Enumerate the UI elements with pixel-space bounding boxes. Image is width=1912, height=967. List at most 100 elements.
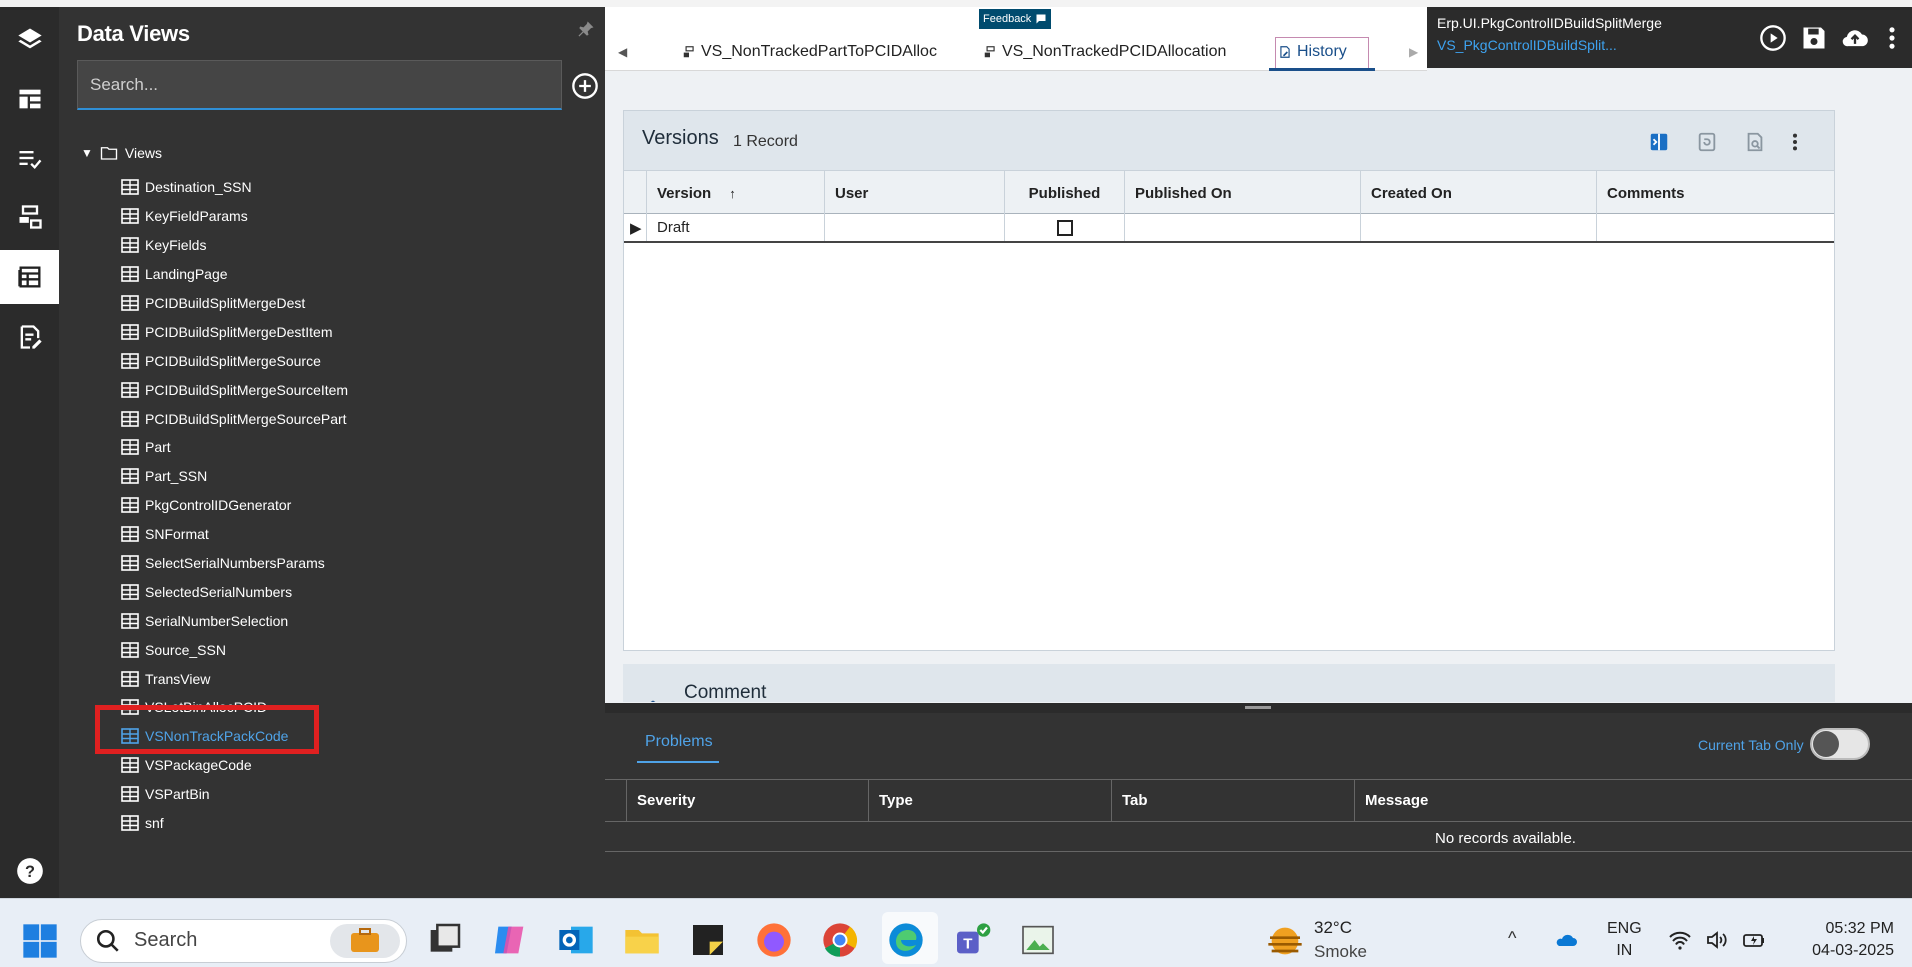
dashboard-layout-icon[interactable] [0,72,59,126]
document-subtitle-link[interactable]: VS_PkgControlIDBuildSplit... [1437,37,1617,53]
list-item[interactable]: PCIDBuildSplitMergeSource [121,346,348,375]
list-item[interactable]: LandingPage [121,260,348,289]
list-item[interactable]: SelectedSerialNumbers [121,577,348,606]
list-item[interactable]: KeyFields [121,231,348,260]
volume-icon[interactable] [1704,928,1730,952]
taskbar-search-label: Search [134,929,198,951]
list-item[interactable]: PkgControlIDGenerator [121,491,348,520]
sticky-notes-icon[interactable] [688,920,728,960]
chrome-icon[interactable] [820,920,860,960]
table-icon [121,555,139,571]
cell-version[interactable]: Draft [647,214,825,241]
compare-icon[interactable] [1648,131,1670,153]
help-icon[interactable]: ? [16,857,44,885]
column-header-message[interactable]: Message [1354,780,1912,821]
publish-cloud-upload-button[interactable] [1841,24,1869,52]
published-checkbox[interactable] [1056,219,1073,236]
table-icon [121,179,139,196]
copilot-icon[interactable] [490,920,530,960]
tab-problems[interactable]: Problems [645,733,713,751]
list-item[interactable]: SerialNumberSelection [121,606,348,635]
list-item[interactable]: SelectSerialNumbersParams [121,549,348,578]
run-preview-button[interactable] [1759,24,1787,52]
list-item[interactable]: Part_SSN [121,462,348,491]
clock[interactable]: 05:32 PM 04-03-2025 [1789,918,1894,962]
list-item[interactable]: PCIDBuildSplitMergeSourcePart [121,404,348,433]
column-header-published[interactable]: Published [1005,171,1125,215]
cell-created-on[interactable] [1361,214,1597,241]
cell-user[interactable] [825,214,1005,241]
tab-scroll-right-icon[interactable]: ▶ [1409,45,1418,59]
workflow-icon[interactable] [0,190,59,244]
cell-published-on[interactable] [1125,214,1361,241]
table-row[interactable]: ▶ Draft [624,214,1834,243]
list-item[interactable]: VSPackageCode [121,751,348,780]
column-header-version[interactable]: Version ↑ [647,171,825,215]
checklist-icon[interactable] [0,131,59,185]
tab-scroll-left-icon[interactable]: ◀ [618,45,627,59]
list-item[interactable]: TransView [121,664,348,693]
column-header-published-on[interactable]: Published On [1125,171,1361,215]
comment-section-header[interactable]: ︿ Comment [623,664,1835,702]
expand-caret-icon[interactable]: ▼ [81,146,93,160]
list-item[interactable]: VSPartBin [121,780,348,809]
feedback-button[interactable]: Feedback [979,9,1052,29]
current-tab-only-toggle[interactable] [1810,728,1870,760]
list-item[interactable]: snf [121,809,348,838]
firefox-icon[interactable] [754,920,794,960]
column-header-tab[interactable]: Tab [1111,780,1354,821]
layers-icon[interactable] [0,12,59,66]
list-item-label: PCIDBuildSplitMergeSourceItem [145,381,349,398]
tab-vs-nontrackedpcidallocation[interactable]: VS_NonTrackedPCIDAllocation [983,39,1226,65]
save-button[interactable] [1800,24,1828,52]
revert-icon[interactable] [1696,131,1718,153]
tab-history[interactable]: History [1278,39,1347,65]
list-item[interactable]: Destination_SSN [121,173,348,202]
hidden-icons-chevron-icon[interactable]: ^ [1508,928,1516,949]
teams-icon[interactable]: T [952,920,992,960]
search-input[interactable] [77,60,562,110]
table-icon [121,815,139,831]
column-header-user[interactable]: User [825,171,1005,215]
wifi-icon[interactable] [1668,928,1692,952]
file-explorer-icon[interactable] [622,920,662,960]
data-views-icon[interactable] [0,250,59,304]
edge-browser-icon[interactable] [886,920,926,960]
list-item[interactable]: Source_SSN [121,635,348,664]
splitter-grip-icon[interactable] [1245,706,1271,709]
list-item-label: Source_SSN [145,641,226,658]
add-view-button[interactable] [571,72,599,100]
column-header-comments[interactable]: Comments [1597,171,1834,215]
more-options-icon[interactable] [1882,24,1902,52]
list-item[interactable]: PCIDBuildSplitMergeDestItem [121,317,348,346]
paint-app-icon[interactable] [1018,920,1058,960]
list-item[interactable]: Part [121,433,348,462]
panel-splitter[interactable] [605,703,1912,713]
column-header-severity[interactable]: Severity [626,780,868,821]
task-view-icon[interactable] [424,920,464,960]
list-item[interactable]: KeyFieldParams [121,202,348,231]
view-version-icon[interactable] [1744,131,1766,153]
main-area: Feedback ◀ VS_NonTrackedPartToPCIDAlloc … [605,7,1912,898]
list-item[interactable]: PCIDBuildSplitMergeSourceItem [121,375,348,404]
tab-vs-nontrackedparttopcidalloc[interactable]: VS_NonTrackedPartToPCIDAlloc [682,39,937,65]
column-header-type[interactable]: Type [868,780,1111,821]
edit-document-icon[interactable] [0,310,59,364]
versions-more-icon[interactable] [1788,131,1802,153]
battery-charging-icon[interactable] [1741,928,1767,952]
list-item-label: LandingPage [145,266,228,283]
cell-published[interactable] [1005,214,1125,241]
briefcase-widget-icon[interactable] [330,924,400,958]
tree-root-views[interactable]: ▼ Views [81,140,162,166]
windows-start-icon[interactable] [20,921,60,961]
list-item-label: KeyFields [145,237,207,254]
outlook-icon[interactable] [556,920,596,960]
list-item[interactable]: PCIDBuildSplitMergeDest [121,289,348,318]
column-header-created-on[interactable]: Created On [1361,171,1597,215]
cell-comments[interactable] [1597,214,1834,241]
list-item[interactable]: SNFormat [121,520,348,549]
language-indicator[interactable]: ENG IN [1607,918,1642,962]
collapse-chevron-icon[interactable]: ︿ [645,686,661,702]
onedrive-icon[interactable] [1552,928,1580,952]
pin-icon[interactable] [576,19,596,39]
